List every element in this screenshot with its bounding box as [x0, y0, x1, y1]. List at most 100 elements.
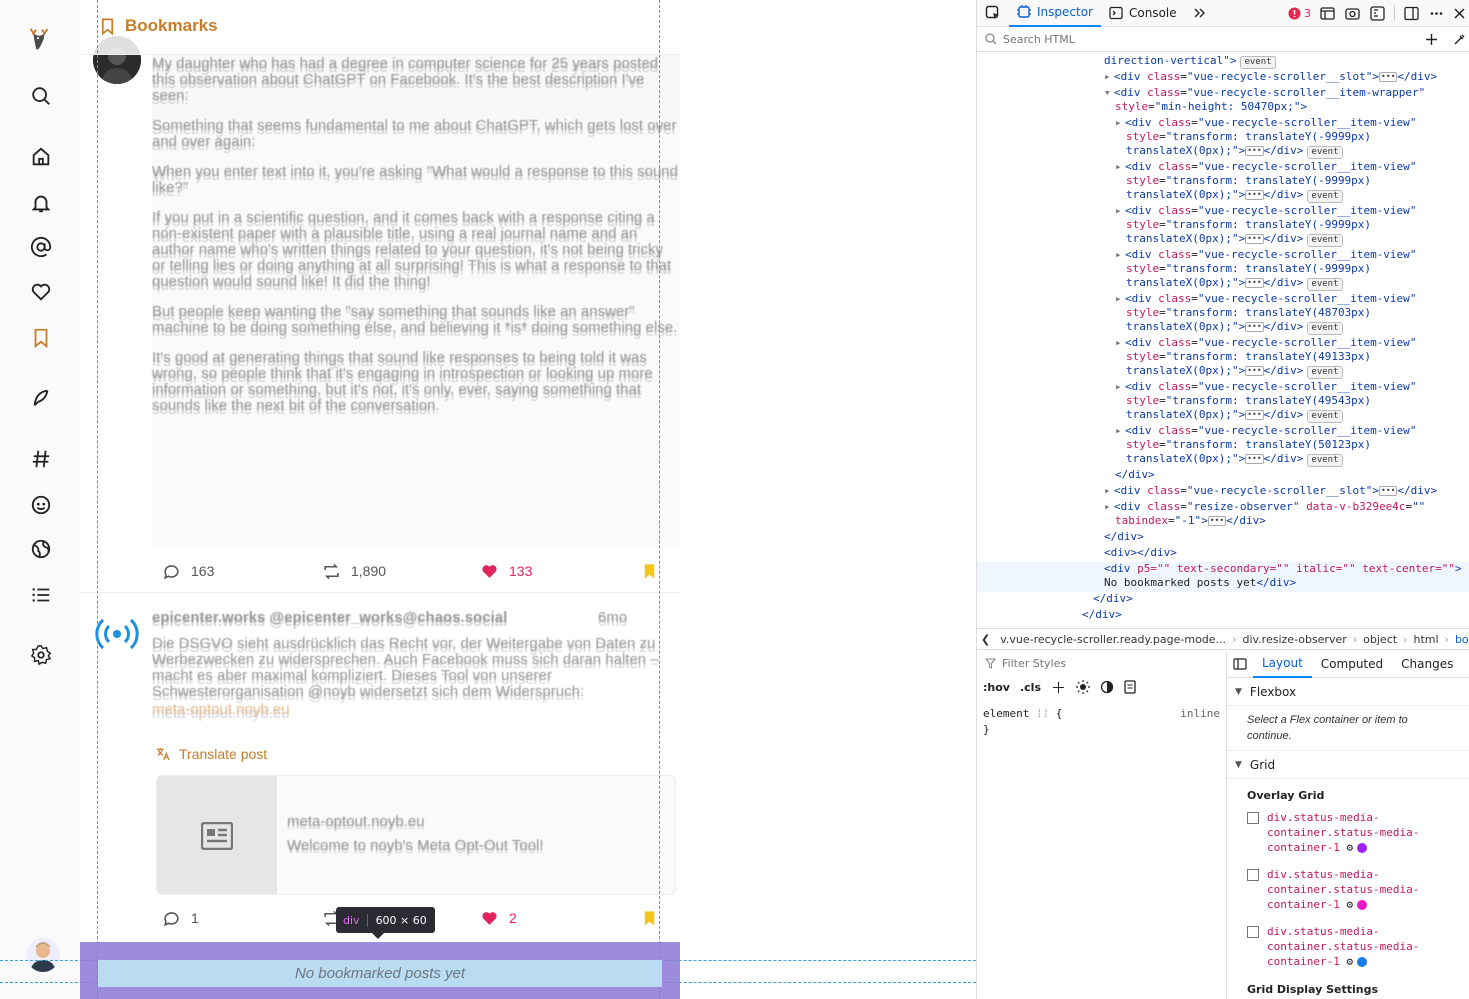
breadcrumb-scroll-left[interactable]: ❮: [977, 633, 994, 646]
bookmark-button[interactable]: [640, 562, 659, 581]
hashtag-icon[interactable]: [28, 446, 54, 472]
grid-item-name[interactable]: div.status-media-container.status-media-…: [1267, 868, 1419, 911]
tree-node[interactable]: ▸ <div class="vue-recycle-scroller__item-…: [1115, 292, 1416, 306]
link-preview-card[interactable]: meta-optout.noyb.eu Welcome to noyb's Me…: [156, 775, 676, 895]
post-author-avatar[interactable]: [93, 610, 141, 658]
dark-mode-icon[interactable]: [1100, 680, 1114, 694]
tree-node[interactable]: <div></div>: [1104, 546, 1177, 560]
status-post[interactable]: epicenter.works @epicenter_works@chaos.s…: [80, 600, 680, 940]
gear-icon[interactable]: ⚙: [1346, 955, 1353, 968]
grid-overlay-checkbox[interactable]: [1247, 869, 1259, 881]
grid-color-swatch[interactable]: [1357, 957, 1368, 967]
bookmark-filled-icon: [644, 563, 655, 579]
grid-item-name[interactable]: div.status-media-container.status-media-…: [1267, 925, 1419, 968]
dock-position-button[interactable]: [1399, 0, 1424, 27]
event-badge[interactable]: event: [1307, 146, 1343, 159]
grid-overlay-checkbox[interactable]: [1247, 812, 1259, 824]
elk-logo-icon[interactable]: [24, 24, 54, 54]
translate-post-button[interactable]: Translate post: [155, 746, 267, 762]
breadcrumb-item[interactable]: object: [1357, 633, 1403, 646]
breadcrumb-item[interactable]: html: [1407, 633, 1444, 646]
grid-color-swatch[interactable]: [1357, 843, 1368, 853]
event-badge[interactable]: event: [1307, 410, 1343, 423]
error-counter[interactable]: 3: [1284, 0, 1315, 27]
more-tools-chevron[interactable]: [1185, 0, 1215, 27]
gear-icon[interactable]: ⚙: [1346, 841, 1353, 854]
event-badge[interactable]: event: [1307, 366, 1343, 379]
favourite-button[interactable]: 2: [480, 909, 640, 928]
tree-node[interactable]: ▸ <div class="vue-recycle-scroller__item-…: [1115, 424, 1416, 438]
event-badge[interactable]: event: [1307, 278, 1343, 291]
home-icon[interactable]: [28, 144, 54, 170]
hov-toggle[interactable]: :hov: [983, 681, 1010, 694]
eyedropper-icon[interactable]: [1453, 33, 1466, 46]
user-avatar[interactable]: [26, 938, 60, 972]
compose-feather-icon[interactable]: [28, 385, 54, 411]
tree-node[interactable]: ▸ <div class="vue-recycle-scroller__item-…: [1115, 116, 1416, 130]
tree-node[interactable]: ▸ <div class="vue-recycle-scroller__slot"…: [1104, 70, 1437, 84]
tree-node[interactable]: ▸ <div class="vue-recycle-scroller__item-…: [1115, 204, 1416, 218]
bell-icon[interactable]: [28, 190, 54, 216]
lists-icon[interactable]: [28, 582, 54, 608]
rule-origin[interactable]: inline: [1180, 706, 1220, 722]
breadcrumb-item[interactable]: v.vue-recycle-scroller.ready.page-mode..…: [994, 633, 1232, 646]
add-node-icon[interactable]: [1425, 33, 1438, 46]
reply-button[interactable]: 1: [162, 909, 322, 928]
post-link[interactable]: meta-optout.noyb.eu: [152, 702, 680, 718]
add-rule-icon[interactable]: ＋: [1051, 677, 1066, 698]
light-mode-icon[interactable]: [1076, 680, 1091, 694]
cls-toggle[interactable]: .cls: [1020, 681, 1041, 694]
print-media-icon[interactable]: [1124, 680, 1136, 694]
filter-styles-input[interactable]: [1002, 657, 1202, 670]
favourite-button[interactable]: 133: [480, 562, 640, 581]
tab-computed[interactable]: Computed: [1312, 651, 1392, 678]
grid-item-name[interactable]: div.status-media-container.status-media-…: [1267, 811, 1419, 854]
tab-console[interactable]: Console: [1101, 0, 1185, 27]
breadcrumb-item[interactable]: body: [1449, 633, 1469, 646]
overflow-menu-button[interactable]: [1424, 0, 1449, 27]
html-tree: direction-vertical"> event ▸ <div class="v…: [977, 53, 1469, 628]
tree-node[interactable]: ▸ <div class="resize-observer" data-v-b32…: [1104, 500, 1425, 514]
tab-inspector[interactable]: Inspector: [1009, 0, 1101, 27]
tree-node-selected[interactable]: <div p5="" text-secondary="" italic="" t…: [1104, 562, 1462, 576]
search-html-input[interactable]: [1003, 32, 1403, 46]
event-badge[interactable]: event: [1307, 234, 1343, 247]
globe-icon[interactable]: [28, 536, 54, 562]
tree-node[interactable]: ▸ <div class="vue-recycle-scroller__item-…: [1115, 336, 1416, 350]
event-badge[interactable]: event: [1307, 454, 1343, 467]
bookmark-button[interactable]: [640, 909, 659, 928]
event-badge[interactable]: event: [1240, 56, 1276, 69]
grid-section-toggle[interactable]: ▼ Grid: [1227, 751, 1469, 779]
tree-node[interactable]: ▸ <div class="vue-recycle-scroller__item-…: [1115, 380, 1416, 394]
heart-icon[interactable]: [28, 279, 54, 305]
post-actions: 163 1,890 133: [162, 559, 662, 583]
event-badge[interactable]: event: [1307, 190, 1343, 203]
toggle-sidebar-icon[interactable]: [1227, 651, 1253, 678]
at-sign-icon[interactable]: [28, 234, 54, 260]
close-devtools-button[interactable]: [1449, 0, 1469, 27]
reply-button[interactable]: 163: [162, 562, 322, 581]
tab-changes[interactable]: Changes: [1392, 651, 1462, 678]
tree-node[interactable]: ▸ <div class="vue-recycle-scroller__item-…: [1115, 248, 1416, 262]
event-badge[interactable]: event: [1307, 322, 1343, 335]
tree-node[interactable]: ▸ <div class="vue-recycle-scroller__item-…: [1115, 160, 1416, 174]
breadcrumb-item[interactable]: div.resize-observer: [1236, 633, 1352, 646]
style-editor-button[interactable]: [1365, 0, 1390, 27]
tree-node[interactable]: ▾ <div class="vue-recycle-scroller__item-…: [1104, 86, 1425, 100]
tree-node[interactable]: ▸ <div class="vue-recycle-scroller__slot"…: [1104, 484, 1437, 498]
explore-icon[interactable]: [28, 492, 54, 518]
responsive-mode-button[interactable]: [1315, 0, 1340, 27]
search-icon[interactable]: [28, 83, 54, 109]
grid-overlay-checkbox[interactable]: [1247, 926, 1259, 938]
settings-gear-icon[interactable]: [28, 642, 54, 668]
status-post[interactable]: My daughter who has had a degree in comp…: [80, 30, 680, 600]
flexbox-section-toggle[interactable]: ▼ Flexbox: [1227, 678, 1469, 706]
boost-button[interactable]: 1,890: [322, 562, 480, 581]
grid-color-swatch[interactable]: [1357, 900, 1368, 910]
screenshot-button[interactable]: [1340, 0, 1365, 27]
gear-icon[interactable]: ⚙: [1346, 898, 1353, 911]
tab-layout[interactable]: Layout: [1253, 651, 1312, 678]
pick-element-button[interactable]: [977, 0, 1009, 27]
bookmark-nav-icon[interactable]: [28, 325, 54, 351]
element-style-rule[interactable]: element ⁞⁞ { } inline: [977, 698, 1226, 746]
